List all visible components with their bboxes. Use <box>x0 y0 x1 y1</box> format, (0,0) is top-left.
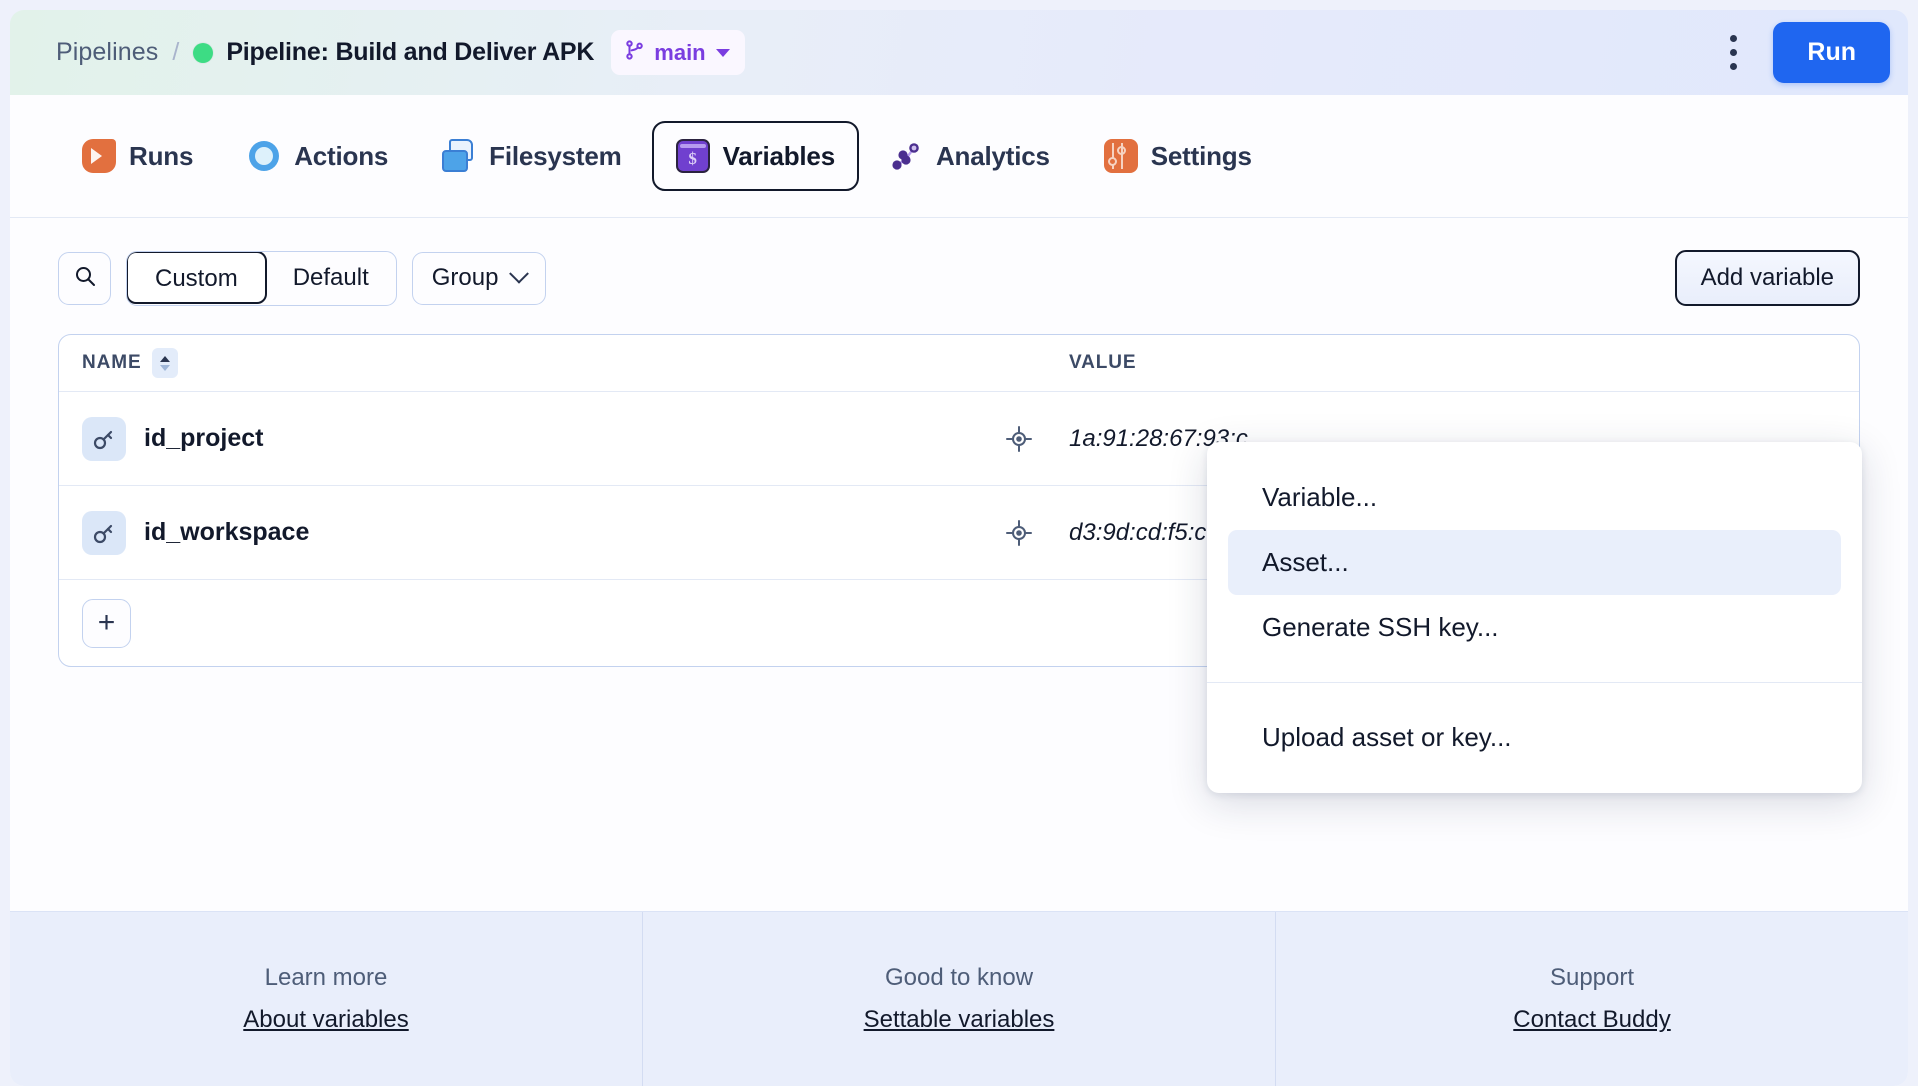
key-icon <box>82 510 126 555</box>
sort-toggle-icon[interactable] <box>151 348 178 378</box>
tab-actions[interactable]: Actions <box>223 121 412 191</box>
column-header-name-label: NAME <box>82 352 142 373</box>
page-footer: Learn more About variables Good to know … <box>10 911 1908 1086</box>
column-header-value: VALUE <box>1039 352 1136 374</box>
chevron-down-icon <box>509 263 530 284</box>
tab-runs[interactable]: Runs <box>58 121 217 191</box>
tab-runs-label: Runs <box>129 140 194 171</box>
variable-name: id_workspace <box>144 518 310 546</box>
footer-column-support: Support Contact Buddy <box>1276 912 1908 1086</box>
more-options-button[interactable] <box>1711 25 1755 81</box>
target-icon[interactable] <box>999 425 1039 453</box>
variable-name: id_project <box>144 424 264 452</box>
tab-filesystem[interactable]: Filesystem <box>418 121 645 191</box>
footer-title: Good to know <box>884 964 1034 991</box>
breadcrumb: Pipelines / Pipeline: Build and Deliver … <box>56 30 745 75</box>
tab-filesystem-label: Filesystem <box>489 140 622 171</box>
tab-actions-label: Actions <box>294 140 389 171</box>
menu-separator <box>1207 682 1862 683</box>
tab-bar: Runs Actions Filesystem $ Variables Anal… <box>10 95 1908 218</box>
actions-icon <box>247 139 281 173</box>
menu-item-upload-asset-or-key[interactable]: Upload asset or key... <box>1228 705 1841 770</box>
footer-title: Support <box>1549 964 1635 991</box>
add-variable-menu: Variable... Asset... Generate SSH key...… <box>1207 442 1862 793</box>
footer-link-settable-variables[interactable]: Settable variables <box>864 1006 1055 1034</box>
target-icon[interactable] <box>999 519 1039 547</box>
menu-item-variable[interactable]: Variable... <box>1228 465 1841 530</box>
page-title: Pipeline: Build and Deliver APK <box>226 38 595 66</box>
add-row-button[interactable]: + <box>82 598 131 648</box>
analytics-icon <box>889 139 923 173</box>
menu-item-asset[interactable]: Asset... <box>1228 530 1841 595</box>
footer-column-good-to-know: Good to know Settable variables <box>643 912 1276 1086</box>
run-button[interactable]: Run <box>1773 22 1890 83</box>
branch-selector[interactable]: main <box>611 30 745 75</box>
scope-default-button[interactable]: Default <box>266 252 396 305</box>
settings-icon <box>1103 139 1138 173</box>
tab-analytics-label: Analytics <box>935 140 1050 171</box>
column-header-value-label: VALUE <box>1069 352 1137 373</box>
page-header: Pipelines / Pipeline: Build and Deliver … <box>10 10 1908 95</box>
breadcrumb-separator: / <box>172 38 180 66</box>
tab-variables[interactable]: $ Variables <box>651 121 859 191</box>
app-page: Pipelines / Pipeline: Build and Deliver … <box>0 0 1918 1086</box>
variables-icon: $ <box>675 139 710 173</box>
variable-name-cell: id_project <box>59 416 999 461</box>
tab-settings-label: Settings <box>1150 140 1252 171</box>
column-header-name: NAME <box>59 348 999 378</box>
search-icon <box>73 264 97 293</box>
tab-analytics[interactable]: Analytics <box>865 121 1074 191</box>
tab-settings[interactable]: Settings <box>1080 121 1276 191</box>
tab-variables-label: Variables <box>722 140 836 171</box>
breadcrumb-root-link[interactable]: Pipelines <box>56 38 158 67</box>
add-variable-button[interactable]: Add variable <box>1674 250 1860 306</box>
footer-link-contact-buddy[interactable]: Contact Buddy <box>1513 1006 1670 1034</box>
filesystem-icon <box>442 139 476 173</box>
table-header-row: NAME VALUE <box>59 335 1859 392</box>
runs-icon <box>82 139 116 173</box>
branch-name: main <box>654 39 706 65</box>
key-icon <box>82 416 126 461</box>
variable-name-cell: id_workspace <box>59 510 999 555</box>
chevron-down-icon <box>715 48 730 57</box>
group-dropdown[interactable]: Group <box>411 251 547 305</box>
footer-link-about-variables[interactable]: About variables <box>243 1006 408 1034</box>
pipeline-status-dot <box>193 42 214 63</box>
branch-icon <box>624 39 646 66</box>
scope-custom-button[interactable]: Custom <box>126 251 267 304</box>
content-card: Runs Actions Filesystem $ Variables Anal… <box>10 95 1908 1086</box>
group-dropdown-label: Group <box>431 264 499 291</box>
menu-item-generate-ssh-key[interactable]: Generate SSH key... <box>1228 595 1841 660</box>
footer-title: Learn more <box>264 964 388 991</box>
variable-scope-toggle: Custom Default <box>126 250 397 306</box>
footer-column-learn-more: Learn more About variables <box>10 912 643 1086</box>
variables-toolbar: Custom Default Group Add variable <box>10 218 1908 306</box>
search-button[interactable] <box>58 251 111 305</box>
header-actions: Run <box>1711 22 1890 83</box>
